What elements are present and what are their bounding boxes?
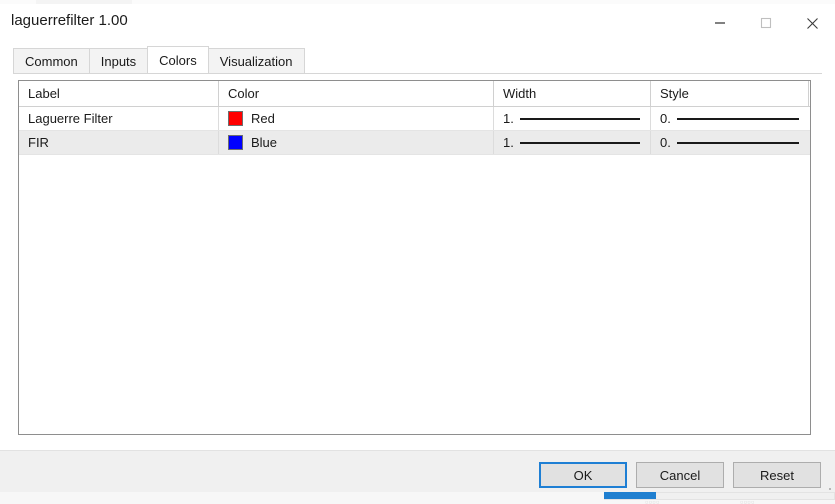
cell-style[interactable]: 0. — [651, 107, 809, 130]
width-preview: 1. — [503, 135, 650, 150]
tab-common[interactable]: Common — [13, 48, 90, 73]
width-value: 1. — [503, 111, 514, 126]
close-button[interactable] — [789, 4, 835, 42]
tab-strip: Common Inputs Colors Visualization — [0, 46, 835, 74]
window-title: laguerrefilter 1.00 — [11, 12, 128, 29]
color-name: Red — [251, 111, 275, 126]
cell-width[interactable]: 1. — [494, 107, 651, 130]
cell-style[interactable]: 0. — [651, 131, 809, 154]
width-line-sample — [519, 117, 640, 120]
dialog-window: laguerrefilter 1.00 Common Inputs Colors… — [0, 4, 835, 501]
cell-color[interactable]: Red — [219, 107, 494, 130]
style-preview: 0. — [660, 135, 809, 150]
maximize-button[interactable] — [743, 4, 789, 42]
reset-button[interactable]: Reset — [733, 462, 821, 488]
cancel-button[interactable]: Cancel — [636, 462, 724, 488]
minimize-button[interactable] — [697, 4, 743, 42]
column-header-color[interactable]: Color — [219, 81, 494, 106]
background-ghost-text-right: ▫▫▫▫ — [740, 497, 755, 504]
table-row[interactable]: FIR Blue 1. 0. — [19, 131, 810, 155]
style-value: 0. — [660, 135, 671, 150]
close-icon — [806, 17, 818, 29]
width-line-sample — [519, 141, 640, 144]
minimize-icon — [715, 22, 725, 24]
background-window-bottom-strip: ▫▫▫▫ ▫▫▫▫ — [0, 492, 835, 504]
tab-content-colors: Label Color Width Style Laguerre Filter … — [13, 74, 822, 446]
width-preview: 1. — [503, 111, 650, 126]
grid-header-row: Label Color Width Style — [19, 81, 810, 107]
width-value: 1. — [503, 135, 514, 150]
cell-label[interactable]: FIR — [19, 131, 219, 154]
cell-color[interactable]: Blue — [219, 131, 494, 154]
background-ghost-text-left: ▫▫▫▫ — [645, 497, 660, 504]
style-preview: 0. — [660, 111, 809, 126]
dialog-button-row: OK Cancel Reset — [539, 462, 821, 488]
column-header-width[interactable]: Width — [494, 81, 651, 106]
column-header-style[interactable]: Style — [651, 81, 809, 106]
tab-visualization[interactable]: Visualization — [207, 48, 305, 73]
colors-grid[interactable]: Label Color Width Style Laguerre Filter … — [18, 80, 811, 435]
tab-colors[interactable]: Colors — [147, 46, 209, 73]
maximize-icon — [760, 17, 772, 29]
style-line-sample — [676, 141, 799, 144]
cell-width[interactable]: 1. — [494, 131, 651, 154]
style-line-sample — [676, 117, 799, 120]
cell-label[interactable]: Laguerre Filter — [19, 107, 219, 130]
tab-inputs[interactable]: Inputs — [88, 48, 149, 73]
table-row[interactable]: Laguerre Filter Red 1. 0. — [19, 107, 810, 131]
color-swatch — [228, 135, 243, 150]
ok-button[interactable]: OK — [539, 462, 627, 488]
title-bar: laguerrefilter 1.00 — [0, 4, 835, 42]
color-name: Blue — [251, 135, 278, 150]
style-value: 0. — [660, 111, 671, 126]
color-swatch — [228, 111, 243, 126]
window-controls — [697, 4, 835, 42]
column-header-label[interactable]: Label — [19, 81, 219, 106]
